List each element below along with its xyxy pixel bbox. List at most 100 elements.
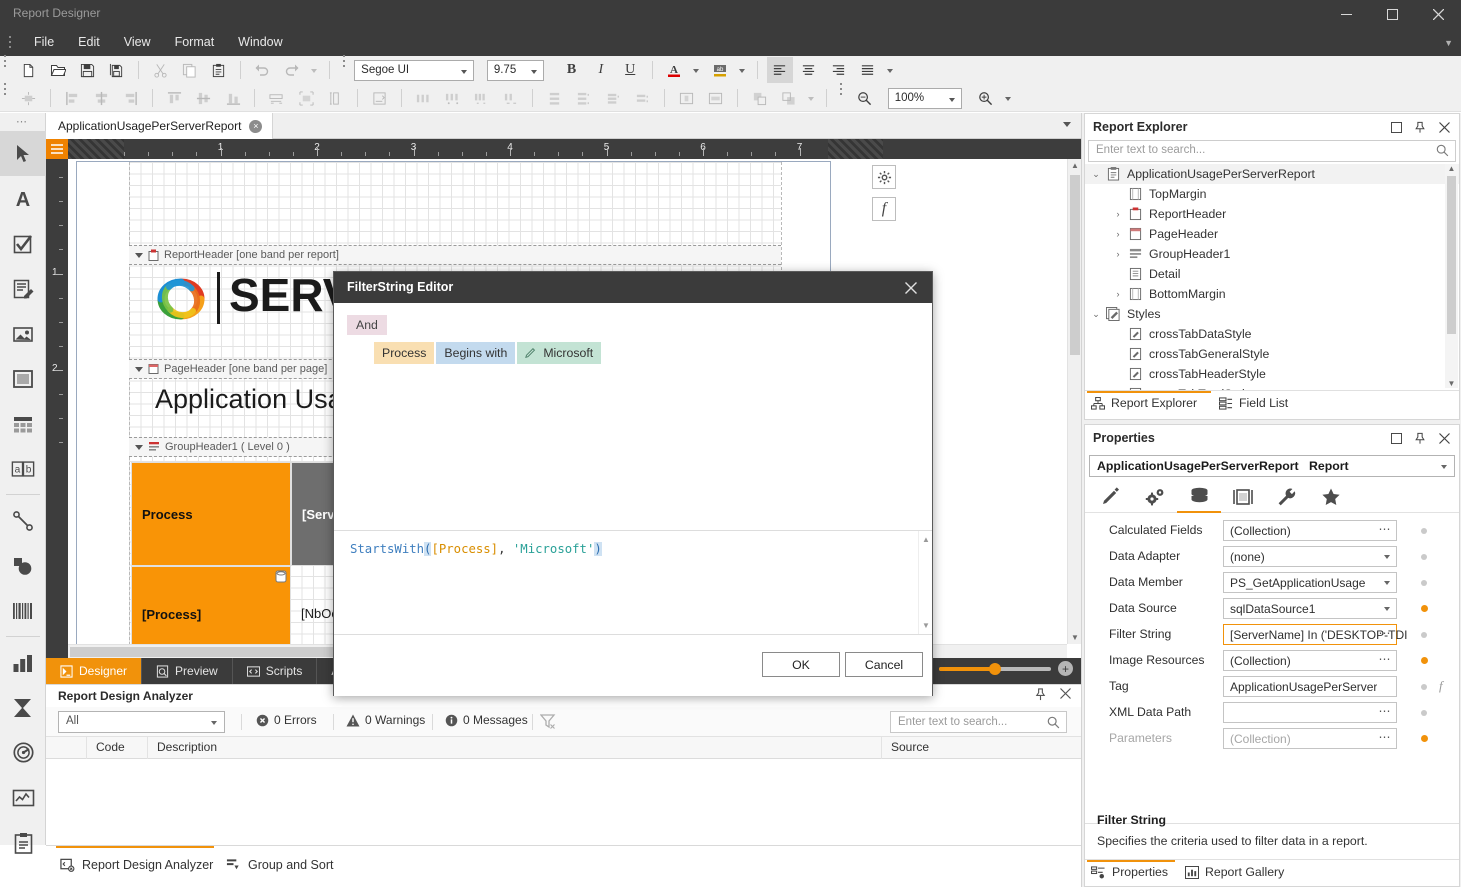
property-editor[interactable]: (none)	[1223, 546, 1397, 567]
tree-scroll-down-icon[interactable]: ▼	[1445, 379, 1458, 388]
properties-pin-button[interactable]	[1409, 428, 1431, 448]
align-middles-button[interactable]	[191, 85, 217, 111]
italic-button[interactable]: I	[588, 57, 614, 83]
highlight-color-button[interactable]: ab	[707, 57, 733, 83]
align-centers-button[interactable]	[88, 85, 114, 111]
dialog-close-button[interactable]	[890, 272, 932, 303]
scroll-up-icon[interactable]: ▲	[1068, 161, 1082, 170]
property-editor[interactable]: ApplicationUsagePerServer	[1223, 676, 1397, 697]
zoom-in-button[interactable]	[972, 85, 998, 111]
menu-file[interactable]: File	[22, 28, 66, 56]
highlight-dropdown-icon[interactable]	[736, 57, 749, 83]
zoom-dropdown-icon[interactable]	[1002, 85, 1015, 111]
zoom-combo[interactable]: 100%	[888, 88, 962, 109]
search-icon[interactable]	[1047, 716, 1060, 732]
align-dropdown-icon[interactable]	[884, 57, 897, 83]
panel-tab-report-gallery[interactable]: Report Gallery	[1185, 865, 1284, 879]
cell-process-field[interactable]: [Process]	[131, 566, 291, 644]
cell-process-header[interactable]: Process	[131, 462, 291, 566]
analyzer-col-source[interactable]: Source	[891, 740, 929, 754]
property-editor[interactable]: (Collection)⋯	[1223, 650, 1397, 671]
toolbar-grip-2[interactable]	[343, 55, 347, 68]
cut-button[interactable]	[147, 57, 173, 83]
align-center-button[interactable]	[796, 57, 822, 83]
maximize-button[interactable]	[1369, 0, 1415, 28]
property-status-dot[interactable]	[1421, 710, 1427, 716]
property-editor[interactable]: ⋯	[1223, 702, 1397, 723]
property-editor[interactable]: (Collection)⋯	[1223, 728, 1397, 749]
band-report-header[interactable]: ReportHeader [one band per report]	[129, 245, 781, 265]
explorer-node-crosstabdatastyle[interactable]: crossTabDataStyle	[1085, 324, 1459, 344]
save-button[interactable]	[74, 57, 100, 83]
tool-pointer[interactable]	[0, 131, 46, 176]
group-operator-chip[interactable]: And	[347, 315, 387, 335]
properties-maximize-button[interactable]	[1385, 428, 1407, 448]
tree-expander-icon[interactable]: ›	[1111, 229, 1125, 239]
make-same-width-button[interactable]	[264, 85, 290, 111]
analyzer-pin-button[interactable]	[1034, 688, 1047, 704]
dialog-expression-area[interactable]: StartsWith([Process], 'Microsoft') ▲ ▼	[334, 530, 932, 635]
analyzer-errors[interactable]: 0 Errors	[256, 713, 317, 727]
analyzer-warnings[interactable]: 0 Warnings	[346, 713, 425, 727]
minimize-button[interactable]	[1323, 0, 1369, 28]
view-tab-preview[interactable]: Preview	[142, 658, 233, 684]
designer-expression-button[interactable]: f	[872, 197, 896, 221]
document-tab[interactable]: ApplicationUsagePerServerReport ×	[46, 113, 273, 139]
status-tab-group-and-sort[interactable]: Group and Sort	[226, 857, 333, 872]
explorer-node-crosstabgeneralstyle[interactable]: crossTabGeneralStyle	[1085, 344, 1459, 364]
tool-character-comb[interactable]: ab	[0, 446, 46, 491]
save-all-button[interactable]	[103, 57, 129, 83]
horizontal-spacing-remove-button[interactable]	[498, 85, 524, 111]
properties-close-button[interactable]	[1433, 428, 1455, 448]
filterstring-editor-dialog[interactable]: FilterString Editor And Process Begins w…	[333, 271, 933, 696]
order-dropdown-icon[interactable]	[805, 85, 818, 111]
align-tops-button[interactable]	[161, 85, 187, 111]
menu-format[interactable]: Format	[163, 28, 227, 56]
tool-label[interactable]: A	[0, 176, 46, 221]
report-explorer-maximize-button[interactable]	[1385, 117, 1407, 137]
tool-table[interactable]	[0, 401, 46, 446]
analyzer-search-input[interactable]: Enter text to search...	[890, 711, 1067, 733]
vertical-spacing-equal-button[interactable]	[542, 85, 568, 111]
criteria-operator-chip[interactable]: Begins with	[436, 342, 515, 364]
property-row-parameters[interactable]: Parameters(Collection)⋯	[1085, 726, 1459, 752]
view-tab-scripts[interactable]: Scripts	[233, 658, 318, 684]
horizontal-spacing-equal-button[interactable]	[410, 85, 436, 111]
tool-gauge[interactable]	[0, 730, 46, 775]
designer-zoom-slider[interactable]: − +	[917, 661, 1073, 676]
property-editor[interactable]: (Collection)⋯	[1223, 520, 1397, 541]
tool-rich-text[interactable]	[0, 266, 46, 311]
dialog-criteria-area[interactable]: And Process Begins with Microsoft	[334, 303, 932, 530]
property-editor[interactable]: PS_GetApplicationUsage	[1223, 572, 1397, 593]
vertical-spacing-decrease-button[interactable]	[600, 85, 626, 111]
align-bottoms-button[interactable]	[220, 85, 246, 111]
status-tab-report-design-analyzer[interactable]: Report Design Analyzer	[60, 857, 213, 872]
report-explorer-close-button[interactable]	[1433, 117, 1455, 137]
undo-button[interactable]	[249, 57, 275, 83]
report-explorer-tree[interactable]: ⌄ApplicationUsagePerServerReportTopMargi…	[1085, 164, 1459, 390]
property-row-xml-data-path[interactable]: XML Data Path⋯	[1085, 700, 1459, 726]
paste-button[interactable]	[206, 57, 232, 83]
new-button[interactable]	[15, 57, 41, 83]
toolbox-grip[interactable]: ⋯	[0, 113, 45, 131]
align-justify-button[interactable]	[855, 57, 881, 83]
properties-rows[interactable]: Calculated Fields(Collection)⋯Data Adapt…	[1085, 518, 1459, 752]
report-logo-icon[interactable]	[155, 275, 207, 326]
panel-tab-properties[interactable]: Properties	[1091, 865, 1168, 879]
tool-barcode[interactable]	[0, 588, 46, 633]
explorer-node-topmargin[interactable]: TopMargin	[1085, 184, 1459, 204]
menu-edit[interactable]: Edit	[66, 28, 112, 56]
report-explorer-search-input[interactable]: Enter text to search...	[1088, 140, 1456, 162]
designer-settings-button[interactable]	[872, 165, 896, 189]
property-status-dot[interactable]	[1421, 684, 1427, 690]
vertical-spacing-increase-button[interactable]	[571, 85, 597, 111]
explorer-node-groupheader1[interactable]: ›GroupHeader1	[1085, 244, 1459, 264]
font-size-combo[interactable]: 9.75	[487, 60, 544, 81]
font-family-combo[interactable]: Segoe UI	[354, 60, 474, 81]
properties-tab-behavior[interactable]	[1133, 481, 1177, 513]
report-explorer-pin-button[interactable]	[1409, 117, 1431, 137]
vertical-spacing-remove-button[interactable]	[630, 85, 656, 111]
tool-picture-box[interactable]	[0, 311, 46, 356]
underline-button[interactable]: U	[617, 57, 643, 83]
tool-check-box[interactable]	[0, 221, 46, 266]
